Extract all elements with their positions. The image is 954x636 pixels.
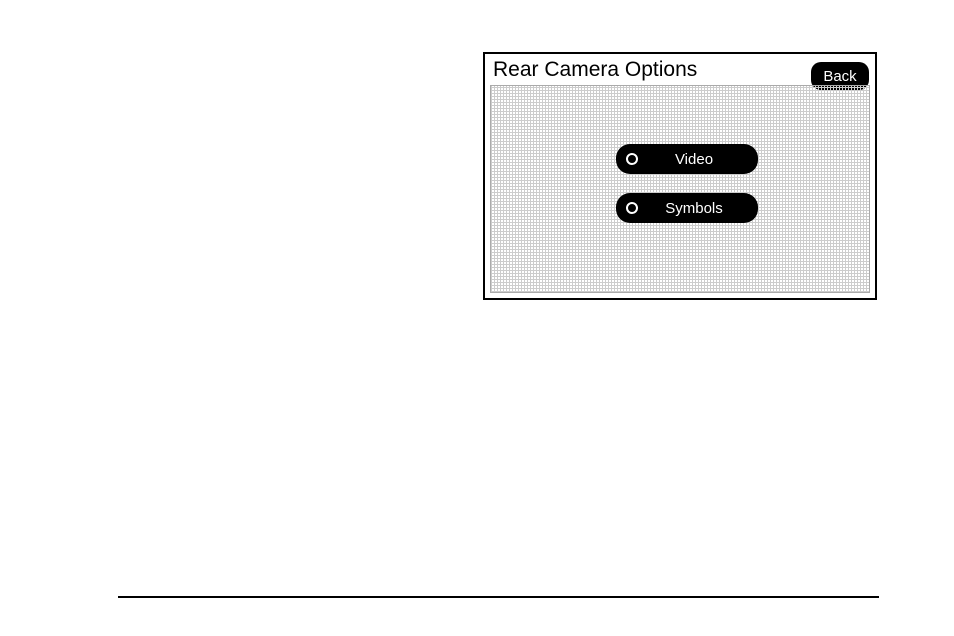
video-option-label: Video xyxy=(658,151,758,168)
divider xyxy=(118,596,879,598)
symbols-option-button[interactable]: Symbols xyxy=(616,193,758,223)
video-option-button[interactable]: Video xyxy=(616,144,758,174)
back-button-label: Back xyxy=(823,68,856,85)
content-area: Video Symbols xyxy=(490,85,870,293)
page-title: Rear Camera Options xyxy=(493,58,697,82)
radio-unselected-icon xyxy=(626,153,638,165)
symbols-option-label: Symbols xyxy=(658,200,758,217)
radio-unselected-icon xyxy=(626,202,638,214)
rear-camera-options-screen: Rear Camera Options Back Video Symbols xyxy=(483,52,877,300)
